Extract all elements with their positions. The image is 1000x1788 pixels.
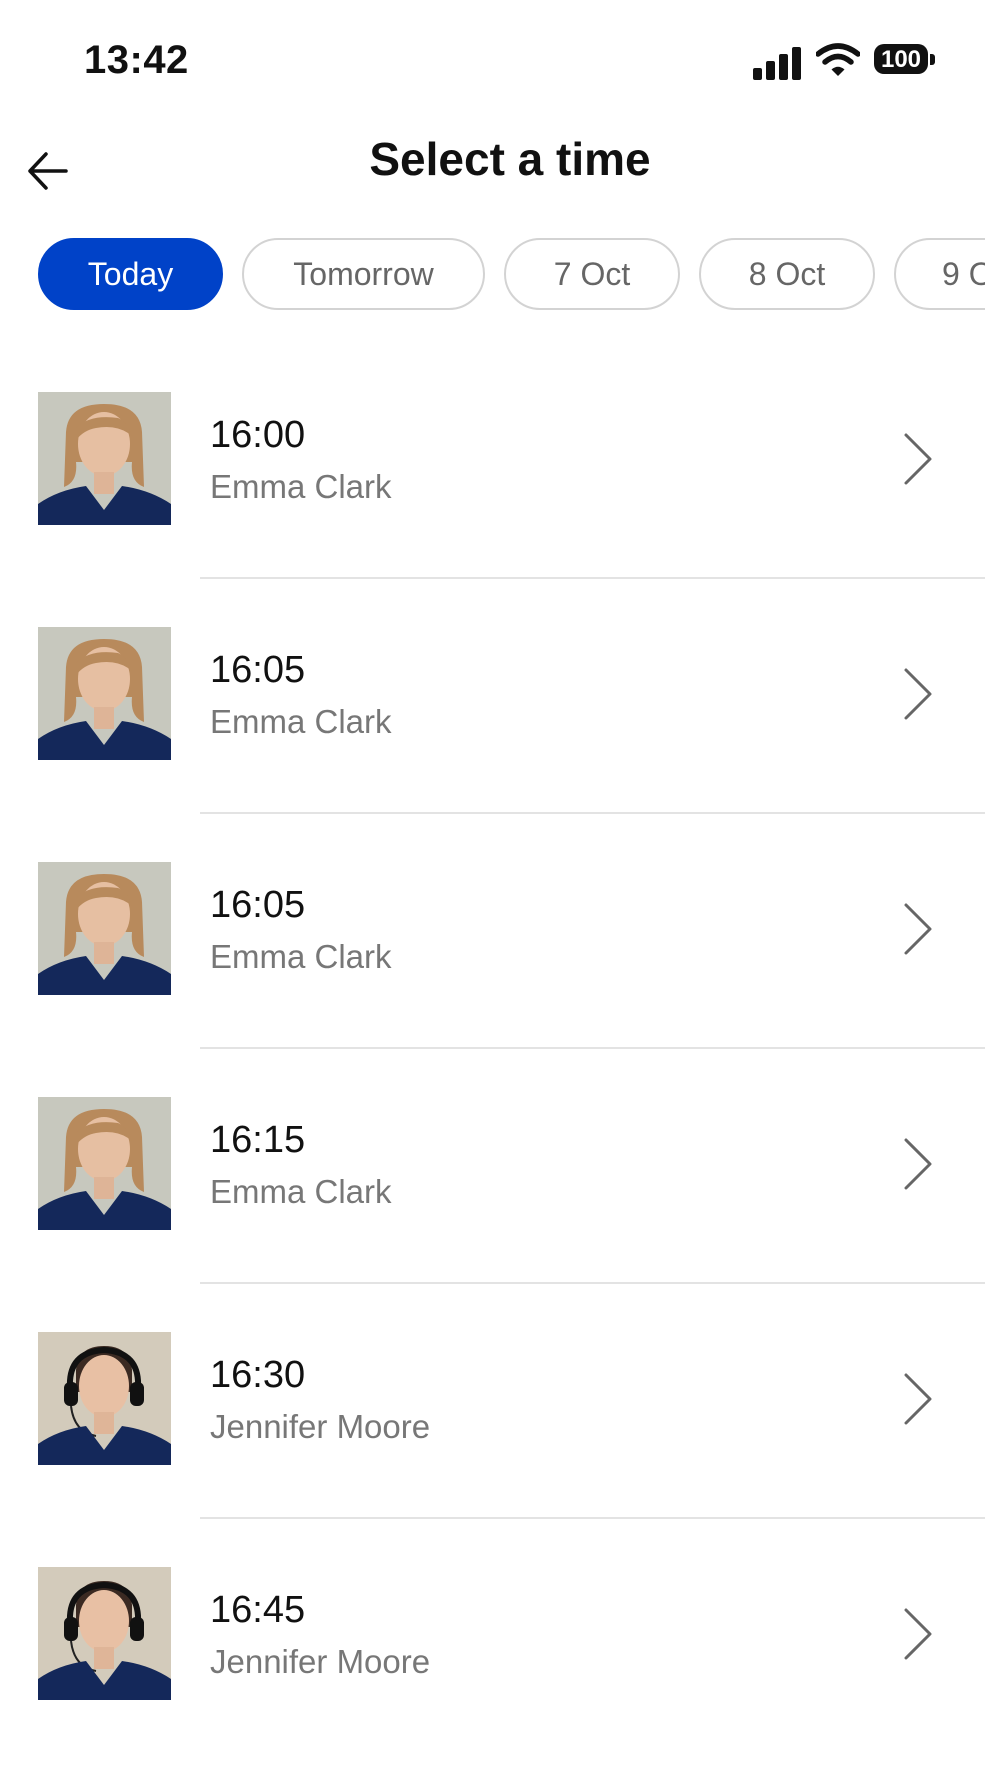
time-slot[interactable]: 16:05 Emma Clark bbox=[0, 848, 985, 1083]
avatar bbox=[38, 1097, 171, 1230]
slot-time: 16:00 bbox=[210, 414, 306, 456]
time-slot[interactable]: 16:15 Emma Clark bbox=[0, 1083, 985, 1318]
divider bbox=[200, 577, 985, 579]
time-slot[interactable]: 16:45 Jennifer Moore bbox=[0, 1553, 985, 1788]
date-chip-8-oct[interactable]: 8 Oct bbox=[699, 238, 875, 310]
avatar bbox=[38, 392, 171, 525]
date-chip-9-oct[interactable]: 9 Oct bbox=[894, 238, 985, 310]
avatar bbox=[38, 627, 171, 760]
cellular-signal-icon bbox=[753, 46, 805, 80]
chevron-right-icon bbox=[904, 1373, 932, 1425]
chevron-right-icon bbox=[904, 1608, 932, 1660]
clinician-name: Jennifer Moore bbox=[210, 1643, 431, 1680]
slot-time: 16:45 bbox=[210, 1589, 306, 1631]
wifi-icon bbox=[816, 43, 860, 76]
slot-time: 16:30 bbox=[210, 1354, 306, 1396]
chevron-right-icon bbox=[904, 903, 932, 955]
divider bbox=[200, 812, 985, 814]
slot-time: 16:15 bbox=[210, 1119, 306, 1161]
date-chip-tomorrow[interactable]: Tomorrow bbox=[242, 238, 485, 310]
divider bbox=[200, 1517, 985, 1519]
status-time: 13:42 bbox=[84, 38, 189, 82]
time-slot[interactable]: 16:00 Emma Clark bbox=[0, 378, 985, 613]
time-slot[interactable]: 16:05 Emma Clark bbox=[0, 613, 985, 848]
battery-icon: 100 bbox=[874, 44, 936, 78]
slot-time: 16:05 bbox=[210, 884, 306, 926]
slot-time: 16:05 bbox=[210, 649, 306, 691]
header: Select a time bbox=[0, 120, 1000, 220]
date-chip-today[interactable]: Today bbox=[38, 238, 223, 310]
time-slot[interactable]: 16:30 Jennifer Moore bbox=[0, 1318, 985, 1553]
divider bbox=[200, 1047, 985, 1049]
avatar bbox=[38, 1567, 171, 1700]
clinician-name: Emma Clark bbox=[210, 703, 392, 740]
clinician-name: Emma Clark bbox=[210, 938, 392, 975]
chevron-right-icon bbox=[904, 1138, 932, 1190]
date-chip-7-oct[interactable]: 7 Oct bbox=[504, 238, 680, 310]
battery-level: 100 bbox=[874, 44, 928, 74]
chevron-right-icon bbox=[904, 433, 932, 485]
avatar bbox=[38, 862, 171, 995]
divider bbox=[200, 1282, 985, 1284]
clinician-name: Jennifer Moore bbox=[210, 1408, 431, 1445]
clinician-name: Emma Clark bbox=[210, 1173, 392, 1210]
status-bar: 13:42 100 bbox=[0, 0, 1000, 120]
chevron-right-icon bbox=[904, 668, 932, 720]
avatar bbox=[38, 1332, 171, 1465]
date-selector[interactable]: Today Tomorrow 7 Oct 8 Oct 9 Oct bbox=[0, 236, 985, 316]
page-title: Select a time bbox=[369, 133, 651, 185]
clinician-name: Emma Clark bbox=[210, 468, 392, 505]
